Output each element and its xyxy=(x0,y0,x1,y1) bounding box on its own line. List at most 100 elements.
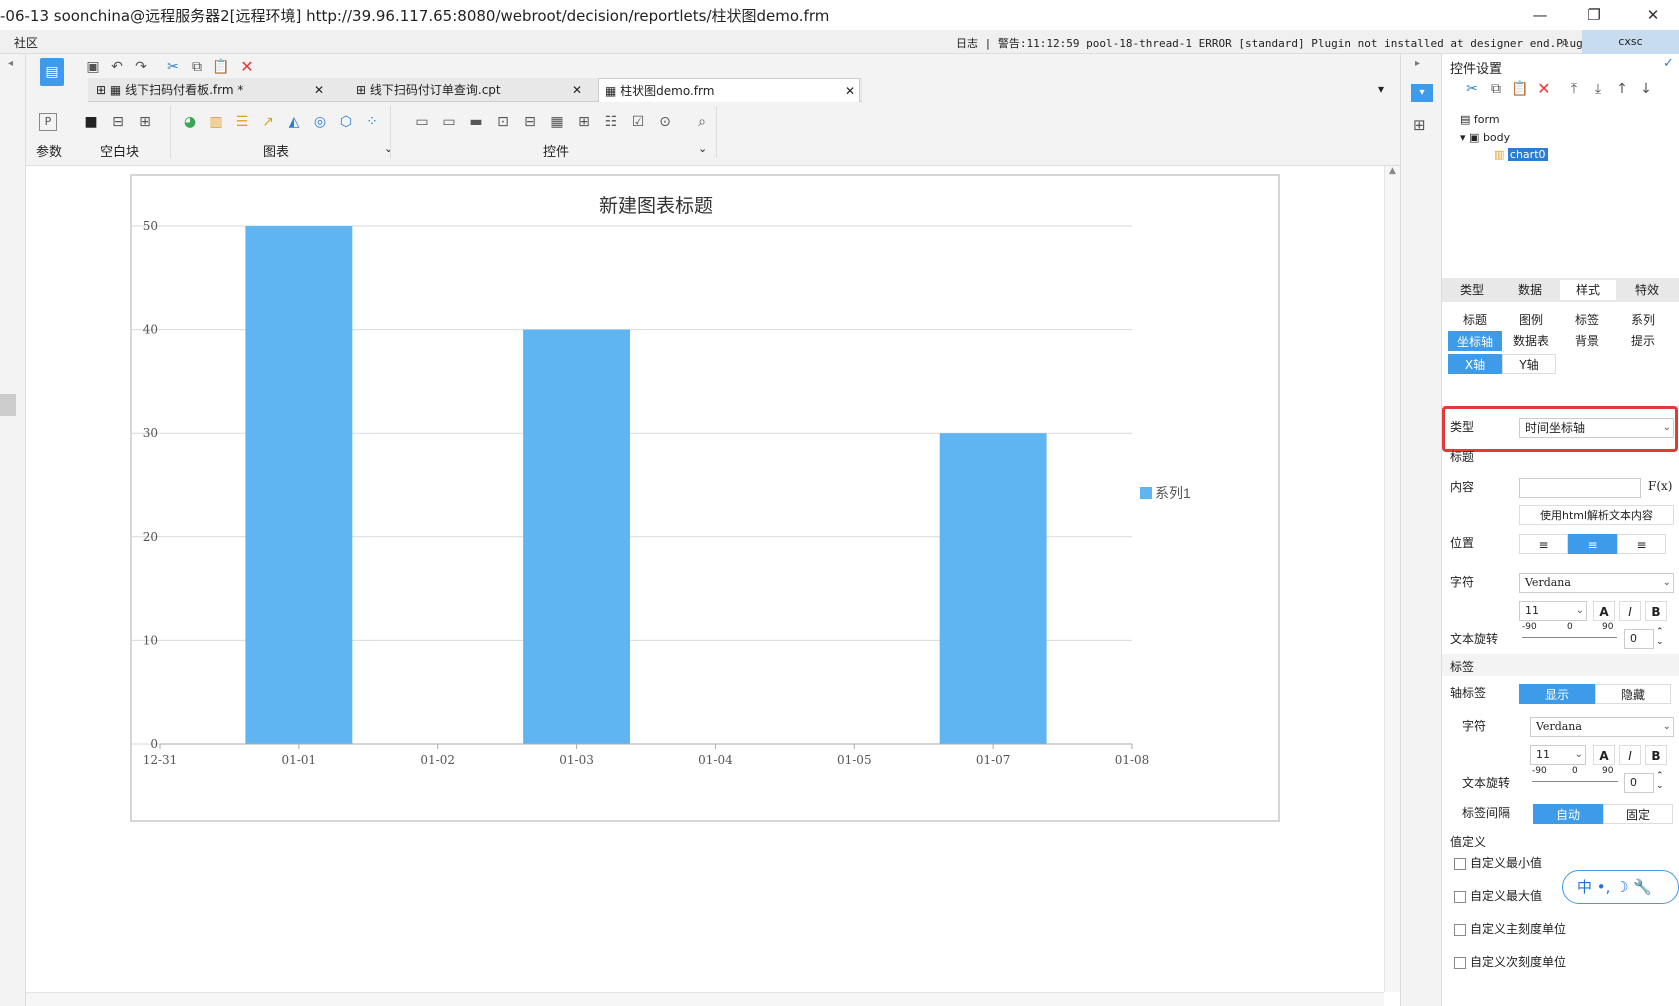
rotation-input2[interactable]: 0 xyxy=(1624,773,1654,793)
formula-button[interactable]: F(x) xyxy=(1648,479,1672,493)
subtab-background[interactable]: 背景 xyxy=(1560,331,1614,351)
textbox-widget-icon[interactable]: ▭ xyxy=(440,113,458,131)
align-left-icon[interactable]: ≡ xyxy=(1519,534,1568,554)
bold-icon[interactable]: B xyxy=(1645,745,1667,765)
font-color-icon[interactable]: A xyxy=(1593,601,1615,621)
label-font-select[interactable]: Verdana ⌄ xyxy=(1530,717,1674,737)
align-center-icon[interactable]: ≡ xyxy=(1568,534,1617,554)
title-content-input[interactable] xyxy=(1519,478,1641,498)
vertical-scrollbar[interactable]: ▲ xyxy=(1384,166,1400,992)
auto-button[interactable]: 自动 xyxy=(1533,804,1603,824)
tab-order-query[interactable]: ⊞ 线下扫码付订单查询.cpt ✕ xyxy=(356,78,584,102)
collapse-right-icon[interactable]: ▸ xyxy=(1415,58,1420,69)
tab-data[interactable]: 数据 xyxy=(1502,280,1558,300)
line-chart-icon[interactable]: ↗ xyxy=(259,113,277,131)
align-right-icon[interactable]: ≡ xyxy=(1617,534,1666,554)
param-icon[interactable]: P xyxy=(39,113,57,131)
move-bottom-icon[interactable]: ⤓ xyxy=(1589,80,1607,98)
scroll-up-icon[interactable]: ▲ xyxy=(1385,166,1400,176)
chart-widget[interactable]: 新建图表标题 0 10 20 30 40 50 12-31 01-01 01-02 01-03 01-… xyxy=(130,174,1280,822)
combo-widget-icon[interactable]: ⊡ xyxy=(494,113,512,131)
custom-min-checkbox[interactable]: 自定义最小值 xyxy=(1454,854,1542,871)
subtab-series[interactable]: 系列 xyxy=(1616,310,1670,330)
save-icon[interactable]: ▣ xyxy=(84,58,102,76)
move-down-icon[interactable]: ↓ xyxy=(1637,80,1655,98)
paste-icon[interactable]: 📋 xyxy=(212,58,230,76)
tab-list-icon[interactable]: ▾ xyxy=(1378,82,1384,96)
subtab-tooltip[interactable]: 提示 xyxy=(1616,331,1670,351)
scatter-chart-icon[interactable]: ⁘ xyxy=(363,113,381,131)
axis-tab-x[interactable]: X轴 xyxy=(1448,354,1502,374)
move-up-icon[interactable]: ↑ xyxy=(1613,80,1631,98)
date-widget-icon[interactable]: ▦ xyxy=(548,113,566,131)
close-tab-icon[interactable]: ✕ xyxy=(572,78,582,102)
number-widget-icon[interactable]: ⊞ xyxy=(575,113,593,131)
blank-block-icon[interactable]: ■ xyxy=(82,113,100,131)
search-widget-icon[interactable]: ⌕ xyxy=(693,113,711,131)
list-widget-icon[interactable]: ⊟ xyxy=(521,113,539,131)
radar-chart-icon[interactable]: ⬡ xyxy=(337,113,355,131)
cut-icon[interactable]: ✂ xyxy=(1463,80,1481,98)
widget-settings-icon[interactable]: ▾ xyxy=(1411,84,1433,102)
paste-icon[interactable]: 📋 xyxy=(1511,80,1529,98)
subtab-axis[interactable]: 坐标轴 xyxy=(1448,331,1502,351)
custom-major-checkbox[interactable]: 自定义主刻度单位 xyxy=(1454,920,1566,937)
custom-max-checkbox[interactable]: 自定义最大值 xyxy=(1454,887,1542,904)
undo-icon[interactable]: ↶ xyxy=(108,58,126,76)
subtab-label[interactable]: 标签 xyxy=(1560,310,1614,330)
hide-button[interactable]: 隐藏 xyxy=(1595,684,1671,704)
cut-icon[interactable]: ✂ xyxy=(164,58,182,76)
show-button[interactable]: 显示 xyxy=(1519,684,1595,704)
community-link[interactable]: 社区 xyxy=(14,34,38,51)
font-size-select[interactable]: 11 ⌄ xyxy=(1519,601,1587,621)
rotation-slider2[interactable] xyxy=(1532,781,1618,782)
search-icon[interactable]: ⌕ xyxy=(1561,33,1569,51)
bar-chart-icon[interactable]: ▥ xyxy=(207,113,225,131)
component-lib-icon[interactable]: ⊞ xyxy=(1413,116,1426,134)
label-widget-icon[interactable]: ▭ xyxy=(413,113,431,131)
tab-kanban[interactable]: ⊞ ▦ 线下扫码付看板.frm * ✕ xyxy=(96,78,328,102)
table-layout-icon[interactable]: ⊞ xyxy=(136,113,154,131)
pie-chart-icon[interactable]: ◕ xyxy=(181,113,199,131)
minimize-icon[interactable]: — xyxy=(1517,2,1563,28)
log-message[interactable]: 日志 | 警告:11:12:59 pool-18-thread-1 ERROR … xyxy=(956,35,1609,51)
custom-minor-checkbox[interactable]: 自定义次刻度单位 xyxy=(1454,953,1566,970)
tab-type[interactable]: 类型 xyxy=(1444,280,1500,300)
area-chart-icon[interactable]: ◭ xyxy=(285,113,303,131)
spinner-icon[interactable]: ⌃ ⌄ xyxy=(1656,627,1664,647)
redo-icon[interactable]: ↷ xyxy=(132,58,150,76)
chevron-down-icon[interactable]: ⌄ xyxy=(384,142,393,155)
collapse-left-icon[interactable]: ◂ xyxy=(8,58,13,69)
checkbox-widget-icon[interactable]: ☑ xyxy=(629,113,647,131)
fixed-button[interactable]: 固定 xyxy=(1603,804,1673,824)
axis-type-select[interactable]: 时间坐标轴 ⌄ xyxy=(1519,418,1674,438)
tree-widget-icon[interactable]: ☷ xyxy=(602,113,620,131)
restore-icon[interactable]: ❐ xyxy=(1571,2,1617,28)
label-font-size[interactable]: 11 ⌄ xyxy=(1530,745,1586,765)
subtab-legend[interactable]: 图例 xyxy=(1504,310,1558,330)
tab-effects[interactable]: 特效 xyxy=(1618,280,1676,300)
horizontal-scrollbar[interactable] xyxy=(26,992,1384,1006)
tree-chart[interactable]: ▥ chart0 xyxy=(1494,148,1548,161)
subtab-title[interactable]: 标题 xyxy=(1448,310,1502,330)
copy-icon[interactable]: ⧉ xyxy=(188,58,206,76)
axis-tab-y[interactable]: Y轴 xyxy=(1502,354,1556,374)
html-parse-button[interactable]: 使用html解析文本内容 xyxy=(1519,505,1674,525)
rotation-input[interactable]: 0 xyxy=(1624,629,1654,649)
scroll-handle[interactable] xyxy=(0,394,16,416)
font-color-icon[interactable]: A xyxy=(1593,745,1615,765)
delete-icon[interactable]: ✕ xyxy=(238,58,256,76)
gauge-chart-icon[interactable]: ◎ xyxy=(311,113,329,131)
italic-icon[interactable]: I xyxy=(1619,601,1641,621)
spinner-icon[interactable]: ⌃ ⌄ xyxy=(1656,771,1664,791)
move-top-icon[interactable]: ⤒ xyxy=(1565,80,1583,98)
tree-body[interactable]: ▾ ▣ body xyxy=(1460,131,1510,144)
italic-icon[interactable]: I xyxy=(1619,745,1641,765)
subtab-datasheet[interactable]: 数据表 xyxy=(1504,331,1558,351)
tab-style[interactable]: 样式 xyxy=(1560,280,1616,300)
hbar-chart-icon[interactable]: ☰ xyxy=(233,113,251,131)
tab-bar-demo[interactable]: ▦ 柱状图demo.frm ✕ xyxy=(598,78,860,102)
template-icon[interactable]: ▤ xyxy=(40,58,64,86)
delete-icon[interactable]: ✕ xyxy=(1535,80,1553,98)
bold-icon[interactable]: B xyxy=(1645,601,1667,621)
